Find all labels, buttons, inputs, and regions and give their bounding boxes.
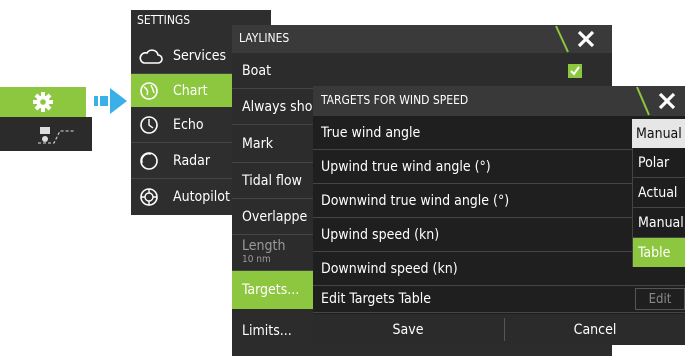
gear-icon xyxy=(32,91,54,113)
close-icon[interactable] xyxy=(657,91,677,111)
settings-tile[interactable] xyxy=(0,87,86,117)
true-wind-angle-select[interactable]: Manual ▾ xyxy=(632,119,685,148)
globe-icon xyxy=(139,81,167,101)
laylines-item-label: Overlappe xyxy=(242,208,308,225)
laylines-item-label: Always sho xyxy=(242,98,313,115)
sidebar-item-label: Autopilot xyxy=(173,189,230,205)
targets-dialog: TARGETS FOR WIND SPEED True wind angle U… xyxy=(313,86,685,345)
radar-icon xyxy=(139,151,167,171)
save-button[interactable]: Save xyxy=(313,314,503,345)
close-icon[interactable] xyxy=(576,29,596,49)
targets-row-label: Edit Targets Table xyxy=(321,291,431,307)
laylines-item-label: Length xyxy=(242,237,286,254)
echo-icon xyxy=(139,115,167,135)
option-actual[interactable]: Actual xyxy=(633,178,685,208)
targets-row-downwind-speed[interactable]: Downwind speed (kn) xyxy=(313,252,685,286)
chart-icon xyxy=(36,123,76,147)
option-polar[interactable]: Polar xyxy=(633,148,685,178)
header-divider-icon xyxy=(554,25,570,53)
sidebar-item-label: Echo xyxy=(173,116,204,133)
option-label: Polar xyxy=(638,154,670,171)
option-label: Manual xyxy=(638,214,684,231)
targets-title: TARGETS FOR WIND SPEED xyxy=(321,93,469,107)
sidebar-item-label: Services xyxy=(173,47,227,64)
settings-title: SETTINGS xyxy=(137,13,191,27)
length-value: 10 nm xyxy=(242,253,271,265)
cloud-icon xyxy=(139,47,167,65)
laylines-item-label: Mark xyxy=(242,135,274,152)
targets-row-label: Upwind true wind angle (°) xyxy=(321,158,491,175)
targets-row-true-wind-angle[interactable]: True wind angle xyxy=(313,116,685,150)
targets-row-upwind-angle[interactable]: Upwind true wind angle (°) xyxy=(313,150,685,184)
boat-checkbox[interactable] xyxy=(568,64,582,78)
laylines-title: LAYLINES xyxy=(239,31,290,45)
header-divider-icon xyxy=(635,86,651,116)
true-wind-angle-options: Polar Actual Manual Table xyxy=(632,148,685,267)
option-label: Table xyxy=(638,244,671,261)
targets-row-upwind-speed[interactable]: Upwind speed (kn) xyxy=(313,218,685,252)
select-value: Manual xyxy=(636,125,682,142)
sidebar-item-label: Radar xyxy=(173,152,211,169)
option-table[interactable]: Table xyxy=(633,238,685,267)
laylines-item-label: Tidal flow xyxy=(242,172,302,189)
option-manual[interactable]: Manual xyxy=(633,208,685,238)
option-label: Actual xyxy=(638,184,678,201)
targets-row-label: Upwind speed (kn) xyxy=(321,226,440,243)
laylines-item-label: Boat xyxy=(242,62,271,79)
sidebar-item-label: Chart xyxy=(173,82,208,99)
autopilot-icon xyxy=(139,187,167,207)
arrow-right-icon xyxy=(94,86,128,116)
targets-row-label: True wind angle xyxy=(321,124,421,141)
chart-tile[interactable] xyxy=(0,117,92,151)
targets-row-label: Downwind true wind angle (°) xyxy=(321,192,510,209)
laylines-item-label: Targets... xyxy=(242,282,300,298)
edit-button[interactable]: Edit xyxy=(635,288,685,310)
targets-row-edit-table[interactable]: Edit Targets Table Edit xyxy=(313,286,685,313)
laylines-item-boat[interactable]: Boat xyxy=(232,53,612,89)
cancel-button[interactable]: Cancel xyxy=(505,314,685,345)
targets-row-label: Downwind speed (kn) xyxy=(321,260,458,277)
targets-row-downwind-angle[interactable]: Downwind true wind angle (°) xyxy=(313,184,685,218)
laylines-item-label: Limits... xyxy=(242,323,292,339)
